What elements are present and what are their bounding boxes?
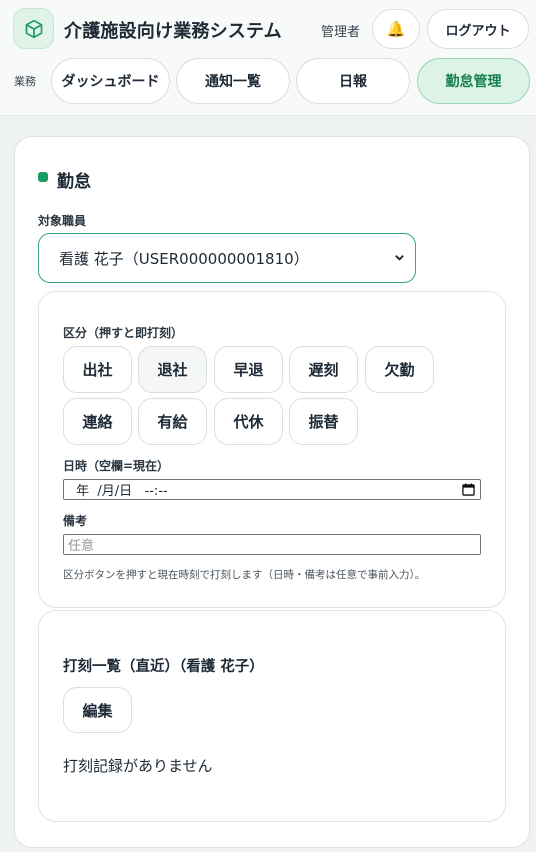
datetime-input[interactable]: 年 /月/日 --:-- [63, 479, 481, 500]
punch-hint: 区分ボタンを押すと現在時刻で打刻します（日時・備考は任意で事前入力）。 [63, 569, 426, 581]
memo-placeholder: 任意 [68, 539, 95, 554]
kubun-button-chikoku[interactable]: 遅刻 [289, 346, 358, 393]
section-marker [38, 172, 48, 182]
memo-input[interactable]: 任意 [63, 534, 481, 555]
staff-select-value: 看護 花子（USER000000001810） [59, 249, 309, 268]
chevron-down-icon [395, 255, 404, 261]
kubun-button-taisha[interactable]: 退社 [138, 346, 207, 393]
notification-button[interactable]: 🔔 [372, 9, 420, 49]
nav-section-label: 業務 [14, 75, 36, 88]
logout-button[interactable]: ログアウト [427, 9, 529, 49]
edit-button[interactable]: 編集 [63, 687, 132, 733]
kubun-label: 区分（押すと即打刻） [63, 326, 184, 340]
memo-label: 備考 [63, 514, 88, 528]
bell-icon: 🔔 [386, 20, 406, 38]
nav-daily-report[interactable]: 日報 [296, 58, 410, 104]
kubun-button-furikae[interactable]: 振替 [289, 398, 358, 445]
nav-attendance[interactable]: 勤怠管理 [417, 58, 530, 104]
app-title: 介護施設向け業務システム [64, 21, 282, 42]
staff-select[interactable]: 看護 花子（USER000000001810） [38, 233, 416, 283]
staff-label: 対象職員 [38, 214, 87, 228]
records-title: 打刻一覧（直近）（看護 花子） [63, 659, 264, 675]
kubun-button-yukyu[interactable]: 有給 [138, 398, 207, 445]
user-role: 管理者 [321, 25, 361, 40]
app-logo[interactable] [13, 8, 54, 49]
datetime-value: 年 /月/日 --:-- [72, 484, 168, 499]
nav-notifications[interactable]: 通知一覧 [176, 58, 290, 104]
kubun-button-renraku[interactable]: 連絡 [63, 398, 132, 445]
kubun-button-soutai[interactable]: 早退 [214, 346, 283, 393]
section-title: 勤怠 [57, 172, 91, 192]
kubun-button-shussha[interactable]: 出社 [63, 346, 132, 393]
records-empty-message: 打刻記録がありません [63, 757, 213, 775]
kubun-button-daikyu[interactable]: 代休 [214, 398, 283, 445]
cube-icon [25, 19, 42, 38]
datetime-label: 日時（空欄=現在） [63, 459, 170, 473]
nav-dashboard[interactable]: ダッシュボード [51, 58, 170, 104]
kubun-button-kekkin[interactable]: 欠勤 [365, 346, 434, 393]
calendar-icon[interactable] [462, 483, 475, 496]
